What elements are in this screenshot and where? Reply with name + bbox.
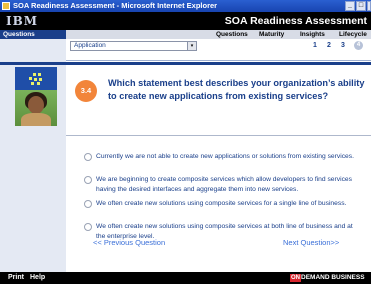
nav-link-insights[interactable]: Insights	[300, 30, 325, 39]
question-text: Which statement best describes your orga…	[108, 78, 365, 101]
nav-link-maturity[interactable]: Maturity	[259, 30, 284, 39]
radio-button[interactable]	[84, 176, 92, 184]
window-titlebar: SOA Readiness Assessment - Microsoft Int…	[0, 0, 371, 12]
on-demand-tagline: DEMAND BUSINESS	[301, 274, 365, 281]
radio-button[interactable]	[84, 223, 92, 231]
current-page-indicator: 4	[354, 41, 363, 50]
radio-button[interactable]	[84, 153, 92, 161]
question-number-badge: 3.4	[75, 80, 97, 102]
answer-option-text: We are beginning to create composite ser…	[96, 176, 352, 193]
page-link-1[interactable]: 1	[313, 41, 317, 51]
nav-bar: Questions Questions Maturity Insights Li…	[0, 30, 371, 39]
window-title: SOA Readiness Assessment - Microsoft Int…	[13, 1, 218, 10]
sidebar-logo	[15, 67, 57, 90]
answer-option-text: Currently we are not able to create new …	[96, 153, 354, 160]
section-label: Questions	[0, 30, 66, 39]
ibm-logo: IBM	[6, 14, 39, 28]
category-select-value: Application	[74, 42, 106, 49]
divider	[66, 60, 371, 61]
radio-button[interactable]	[84, 200, 92, 208]
app-footer: Print Help ON DEMAND BUSINESS	[0, 272, 371, 284]
app-header: IBM SOA Readiness Assessment	[0, 12, 371, 30]
app-title: SOA Readiness Assessment	[224, 15, 367, 27]
previous-question-link[interactable]: << Previous Question	[93, 238, 165, 248]
maximize-icon[interactable]: □	[356, 1, 366, 11]
divider	[66, 135, 371, 136]
person-photo	[15, 90, 57, 126]
page-link-3[interactable]: 3	[341, 41, 345, 51]
close-icon[interactable]	[367, 1, 371, 11]
next-question-link[interactable]: Next Question>>	[283, 238, 339, 248]
print-link[interactable]: Print	[8, 272, 24, 284]
minimize-icon[interactable]: _	[345, 1, 355, 11]
on-demand-logo: ON	[290, 274, 301, 282]
help-link[interactable]: Help	[30, 272, 45, 284]
answer-option-text: We often create new solutions using comp…	[96, 200, 347, 207]
nav-link-questions[interactable]: Questions	[216, 30, 248, 39]
ie-page-icon	[2, 2, 10, 10]
chevron-down-icon[interactable]: ▾	[187, 42, 196, 50]
nav-link-lifecycle[interactable]: Lifecycle	[339, 30, 367, 39]
divider	[0, 62, 371, 65]
category-select[interactable]: Application ▾	[70, 41, 197, 51]
page-link-2[interactable]: 2	[327, 41, 331, 51]
